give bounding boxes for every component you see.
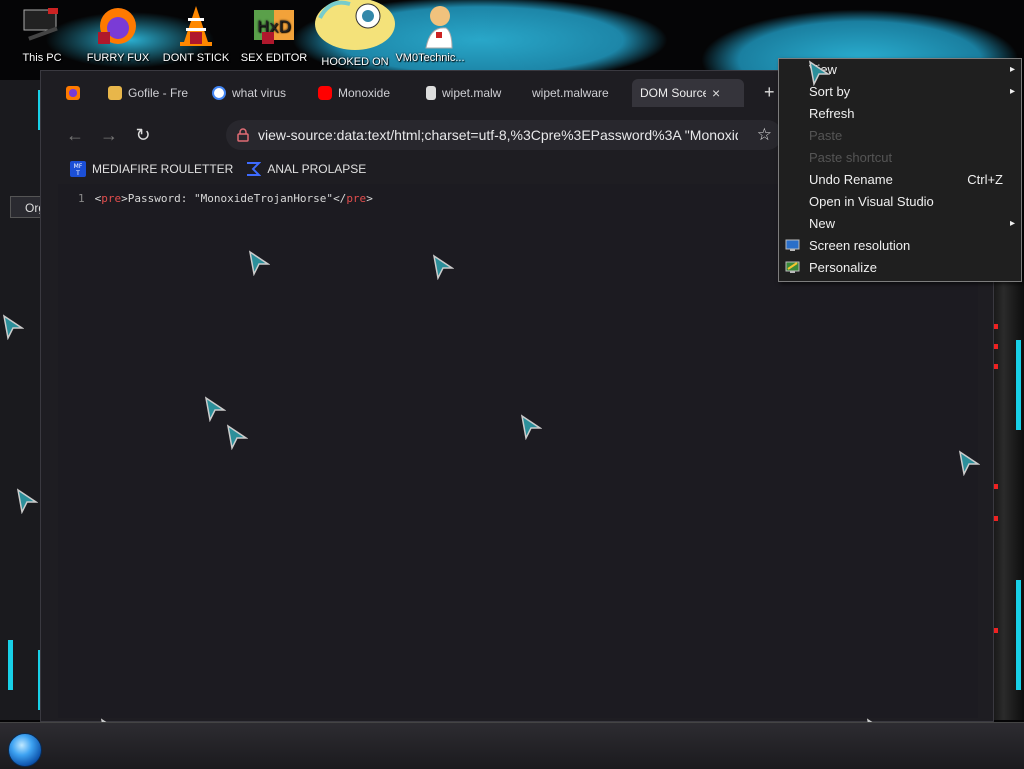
desktop-icon-this-pc[interactable]: This PC	[4, 2, 80, 64]
cursor-icon	[2, 314, 24, 340]
source-line-1: 1 <pre>Password: "MonoxideTrojanHorse"</p…	[78, 192, 373, 205]
cursor-icon	[958, 450, 980, 476]
page-icon	[426, 86, 436, 100]
decor-bar	[1016, 580, 1021, 690]
google-icon	[212, 86, 226, 100]
back-button[interactable]: ←	[58, 119, 92, 151]
line-number: 1	[78, 192, 85, 205]
tab-gofile[interactable]: Gofile - Fre	[100, 79, 204, 107]
menu-item-undo-rename[interactable]: Undo Rename Ctrl+Z	[779, 169, 1021, 191]
menu-item-open-in-visual-studio[interactable]: Open in Visual Studio	[779, 191, 1021, 213]
svg-text:MF: MF	[74, 163, 83, 170]
source-text: Password: "MonoxideTrojanHorse"	[127, 192, 334, 205]
menu-item-new[interactable]: New ▸	[779, 213, 1021, 235]
cursor-icon	[520, 414, 542, 440]
mediafire-icon: MFT	[70, 161, 86, 177]
menu-item-refresh[interactable]: Refresh	[779, 103, 1021, 125]
start-button[interactable]	[8, 733, 42, 767]
tab-monoxide[interactable]: Monoxide	[310, 79, 418, 107]
desktop-icon-sex-editor[interactable]: HxD SEX EDITOR	[236, 2, 312, 64]
firefox-icon	[98, 8, 136, 44]
desktop-icon-vm0technic[interactable]: VM0Technic...	[392, 2, 468, 64]
tab-dom-source[interactable]: DOM Source ×	[632, 79, 744, 107]
submenu-arrow-icon: ▸	[1009, 218, 1015, 229]
decor-bar	[8, 640, 13, 690]
menu-item-paste-shortcut: Paste shortcut	[809, 150, 893, 165]
bookmark-anal-prolapse[interactable]: ANAL PROLAPSE	[245, 161, 366, 177]
hxd-icon: HxD	[254, 10, 294, 44]
html-tag: pre	[346, 192, 367, 205]
tab-strip: Gofile - Fre what virus Monoxide wipet.m…	[58, 78, 788, 108]
menu-item-screen-resolution[interactable]: Screen resolution	[779, 235, 1021, 257]
decor-led	[994, 628, 998, 633]
navigation-toolbar: ← → ↻ view-source:data:text/html;charset…	[58, 118, 782, 152]
window-frame-decoration	[990, 280, 1024, 720]
url-text[interactable]: view-source:data:text/html;charset=utf-8…	[258, 127, 738, 143]
youtube-icon	[318, 86, 332, 100]
desktop-icon-furry-fux[interactable]: FURRY FUX	[80, 2, 156, 64]
cursor-icon	[226, 424, 248, 450]
cursor-icon	[248, 250, 270, 276]
page-info-icon[interactable]	[236, 128, 250, 142]
close-icon[interactable]: ×	[712, 85, 720, 101]
forward-button[interactable]: →	[92, 119, 126, 151]
mouse-pointer-icon	[808, 60, 830, 86]
doctor-icon	[425, 6, 453, 49]
desktop-icon-dont-stick[interactable]: DONT STICK	[158, 2, 234, 64]
cartoon-icon	[315, 0, 395, 50]
taskbar	[0, 722, 1024, 769]
monitor-icon	[785, 239, 800, 251]
submenu-arrow-icon: ▸	[1009, 86, 1015, 97]
decor-led	[994, 364, 998, 369]
bookmarks-bar: MF T MEDIAFIRE ROULETTER ANAL PROLAPSE	[58, 156, 778, 182]
svg-text:T: T	[75, 170, 80, 177]
decor-led	[994, 484, 998, 489]
address-bar[interactable]: view-source:data:text/html;charset=utf-8…	[226, 120, 782, 150]
bookmark-mediafire-rouletter[interactable]: MF T MEDIAFIRE ROULETTER	[70, 161, 233, 177]
cursor-icon	[432, 254, 454, 280]
firefox-icon	[66, 86, 80, 100]
bookmark-star-icon[interactable]: ☆	[757, 125, 772, 145]
sigma-icon	[247, 162, 262, 176]
decor-led	[994, 324, 998, 329]
new-tab-button[interactable]: +	[764, 82, 775, 103]
tab-firefox[interactable]	[58, 79, 100, 107]
shortcut-label: Ctrl+Z	[967, 172, 1003, 187]
folder-icon	[108, 86, 122, 100]
desktop-icon-hooked-on[interactable]: HOOKED ON	[310, 0, 400, 68]
decor-led	[994, 516, 998, 521]
desktop-context-menu: View ▸ Sort by ▸ Refresh Paste Paste short…	[778, 58, 1022, 282]
personalize-icon	[785, 261, 800, 273]
cursor-icon	[16, 488, 38, 514]
menu-item-personalize[interactable]: Personalize	[779, 257, 1021, 279]
pc-icon	[23, 8, 58, 41]
vlc-icon	[180, 6, 212, 46]
menu-item-paste: Paste	[809, 128, 843, 143]
html-tag: pre	[101, 192, 122, 205]
tab-wipet-malware[interactable]: wipet.malware	[524, 79, 632, 107]
submenu-arrow-icon: ▸	[1009, 64, 1015, 75]
tab-wipet-malw[interactable]: wipet.malw	[418, 79, 524, 107]
cursor-icon	[204, 396, 226, 422]
tab-what-virus[interactable]: what virus	[204, 79, 310, 107]
decor-led	[994, 344, 998, 349]
decor-bar	[1016, 340, 1021, 430]
reload-button[interactable]: ↻	[126, 119, 160, 151]
